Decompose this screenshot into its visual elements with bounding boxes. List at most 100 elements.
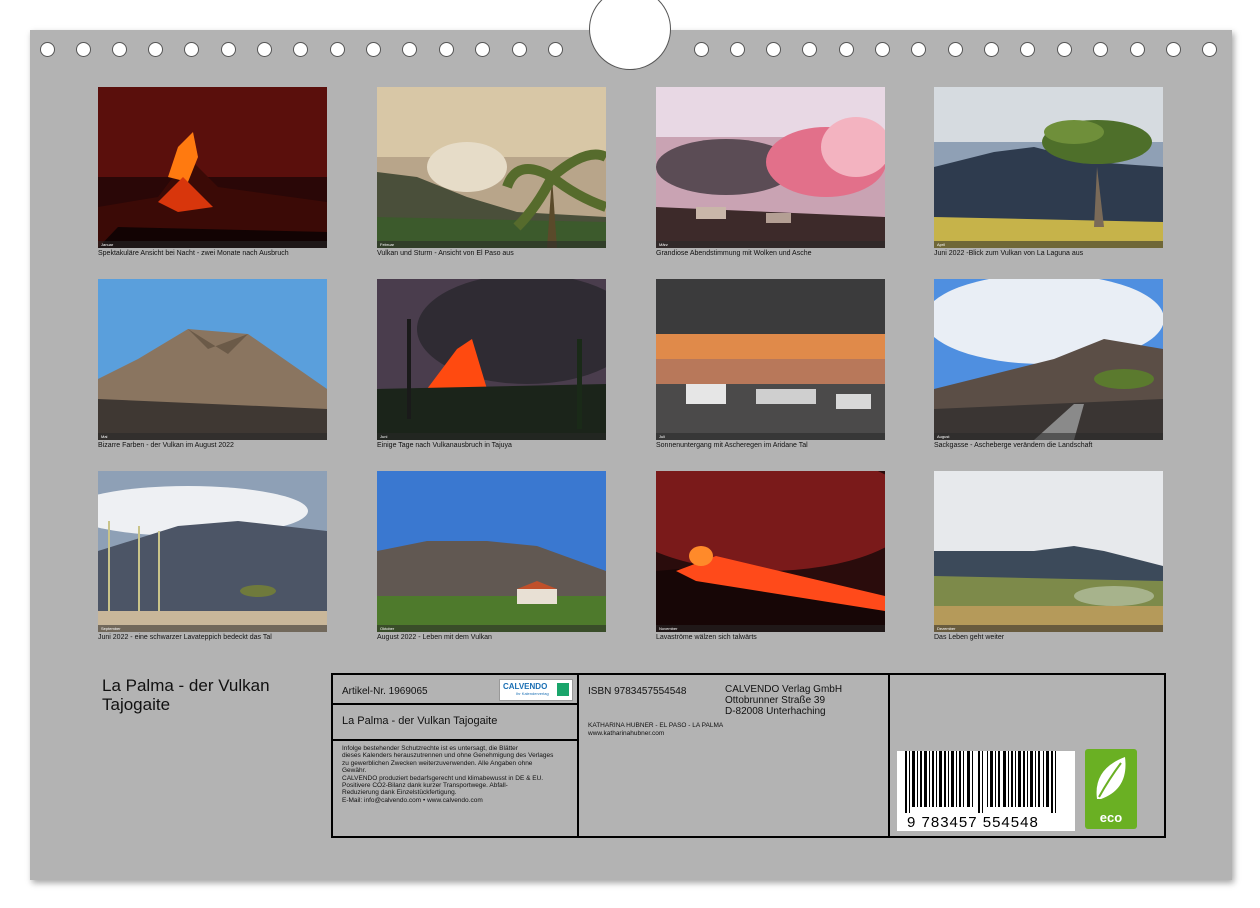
- month-label: Juni: [380, 434, 388, 439]
- binding-hole: [112, 42, 127, 57]
- binding-hole: [1202, 42, 1217, 57]
- binding-hole: [184, 42, 199, 57]
- photo-caption: Juni 2022 -Blick zum Vulkan von La Lagun…: [934, 250, 1084, 257]
- photo-caption: Juni 2022 - eine schwarzer Lavateppich b…: [98, 634, 272, 641]
- legal-line: dieses Kalenders herauszutrennen und ohn…: [342, 752, 554, 760]
- binding-hole: [766, 42, 781, 57]
- binding-hole: [1093, 42, 1108, 57]
- divider: [577, 675, 579, 836]
- month-label: Oktober: [380, 626, 395, 631]
- month-label: September: [101, 626, 121, 631]
- month-label: März: [659, 242, 668, 247]
- photo-caption: Bizarre Farben - der Vulkan im August 20…: [98, 442, 234, 449]
- binding-hole: [802, 42, 817, 57]
- eco-label: eco: [1099, 810, 1123, 825]
- binding-hole: [366, 42, 381, 57]
- month-label: November: [659, 626, 678, 631]
- month-label: Februar: [380, 242, 395, 247]
- product-title: La Palma - der Vulkan Tajogaite: [342, 715, 498, 727]
- month-label: Mai: [101, 434, 108, 439]
- photo-caption: Grandiose Abendstimmung mit Wolken und A…: [656, 250, 812, 257]
- month-strip: August: [934, 433, 1163, 440]
- binding-hole: [257, 42, 272, 57]
- leaf-icon: [1096, 757, 1126, 799]
- month-label: April: [937, 242, 946, 247]
- binding-hole: [948, 42, 963, 57]
- month-strip: Mai: [98, 433, 327, 440]
- article-number: Artikel-Nr. 1969065: [342, 686, 428, 697]
- publisher-line: D-82008 Unterhaching: [725, 706, 826, 717]
- binding-hole: [984, 42, 999, 57]
- month-strip: November: [656, 625, 885, 632]
- legal-line: Positivere CO2-Bilanz dank kurzer Transp…: [342, 782, 508, 790]
- divider: [333, 703, 577, 705]
- barcode-number: 9 783457 554548: [907, 814, 1039, 831]
- binding-hole: [512, 42, 527, 57]
- logo-subtitle: Ihr Kalenderverlag: [516, 691, 549, 696]
- month-strip: September: [98, 625, 327, 632]
- binding-hole: [439, 42, 454, 57]
- binding-hole: [1057, 42, 1072, 57]
- month-strip: April: [934, 241, 1163, 248]
- divider: [333, 739, 577, 741]
- photo-10-living-with-volcano: Oktober: [377, 471, 606, 632]
- photo-caption: Vulkan und Sturm - Ansicht von El Paso a…: [377, 250, 514, 257]
- hanger-notch: [589, 0, 671, 70]
- binding-hole: [1130, 42, 1145, 57]
- month-strip: Dezember: [934, 625, 1163, 632]
- publisher-line: Ottobrunner Straße 39: [725, 695, 826, 706]
- binding-hole: [911, 42, 926, 57]
- binding-hole: [1166, 42, 1181, 57]
- month-label: August: [937, 434, 950, 439]
- binding-hole: [1020, 42, 1035, 57]
- binding-hole: [839, 42, 854, 57]
- month-strip: Januar: [98, 241, 327, 248]
- month-label: Januar: [101, 242, 114, 247]
- month-strip: Februar: [377, 241, 606, 248]
- photo-caption: Einige Tage nach Vulkanausbruch in Tajuy…: [377, 442, 512, 449]
- month-strip: Oktober: [377, 625, 606, 632]
- photo-4-pine-and-volcano: April: [934, 87, 1163, 248]
- month-label: Dezember: [937, 626, 956, 631]
- month-strip: Juli: [656, 433, 885, 440]
- logo-mark-icon: [557, 683, 569, 696]
- photo-11-lava-streams: November: [656, 471, 885, 632]
- legal-notice: Infolge bestehender Schutzrechte ist es …: [342, 745, 553, 804]
- calendar-back-cover: Januar Februar März April Spektakuläre A…: [30, 0, 1232, 880]
- photo-caption: Spektakuläre Ansicht bei Nacht - zwei Mo…: [98, 250, 289, 257]
- photo-caption: Sackgasse - Ascheberge verändern die Lan…: [934, 442, 1093, 449]
- isbn: ISBN 9783457554548: [588, 686, 687, 697]
- legal-line: CALVENDO produziert bedarfsgerecht und k…: [342, 774, 544, 782]
- binding-hole: [293, 42, 308, 57]
- author-info: KATHARINA HUBNER - EL PASO - LA PALMA ww…: [588, 722, 723, 738]
- photo-caption: Lavaströme wälzen sich talwärts: [656, 634, 757, 641]
- photo-8-dead-end-road: August: [934, 279, 1163, 440]
- binding-hole: [475, 42, 490, 57]
- author-website: www.katharinahubner.com: [588, 730, 665, 737]
- product-info-box: Artikel-Nr. 1969065 CALVENDO Ihr Kalende…: [331, 673, 1166, 838]
- photo-1-night-eruption: Januar: [98, 87, 327, 248]
- barcode-bars: [905, 751, 1056, 813]
- publisher-line: CALVENDO Verlag GmbH: [725, 684, 843, 695]
- divider: [888, 675, 890, 836]
- photo-9-black-lava-carpet: September: [98, 471, 327, 632]
- binding-hole: [548, 42, 563, 57]
- legal-line: Infolge bestehender Schutzrechte ist es …: [342, 745, 518, 752]
- photo-7-sunset-ash: Juli: [656, 279, 885, 440]
- month-strip: März: [656, 241, 885, 248]
- title-line: La Palma - der Vulkan: [102, 676, 270, 695]
- binding-hole: [875, 42, 890, 57]
- barcode: 9 783457 554548: [897, 751, 1075, 831]
- binding-hole: [330, 42, 345, 57]
- photo-12-life-goes-on: Dezember: [934, 471, 1163, 632]
- month-label: Juli: [659, 434, 666, 439]
- binding-hole: [40, 42, 55, 57]
- photo-5-bizarre-colors: Mai: [98, 279, 327, 440]
- photo-2-volcano-storm: Februar: [377, 87, 606, 248]
- author-name: KATHARINA HUBNER - EL PASO - LA PALMA: [588, 722, 724, 729]
- title-line: Tajogaite: [102, 695, 171, 714]
- photo-caption: August 2022 - Leben mit dem Vulkan: [377, 634, 492, 641]
- photo-3-evening-clouds: März: [656, 87, 885, 248]
- calvendo-logo: CALVENDO Ihr Kalenderverlag: [499, 679, 573, 701]
- calendar-title: La Palma - der Vulkan Tajogaite: [102, 676, 270, 714]
